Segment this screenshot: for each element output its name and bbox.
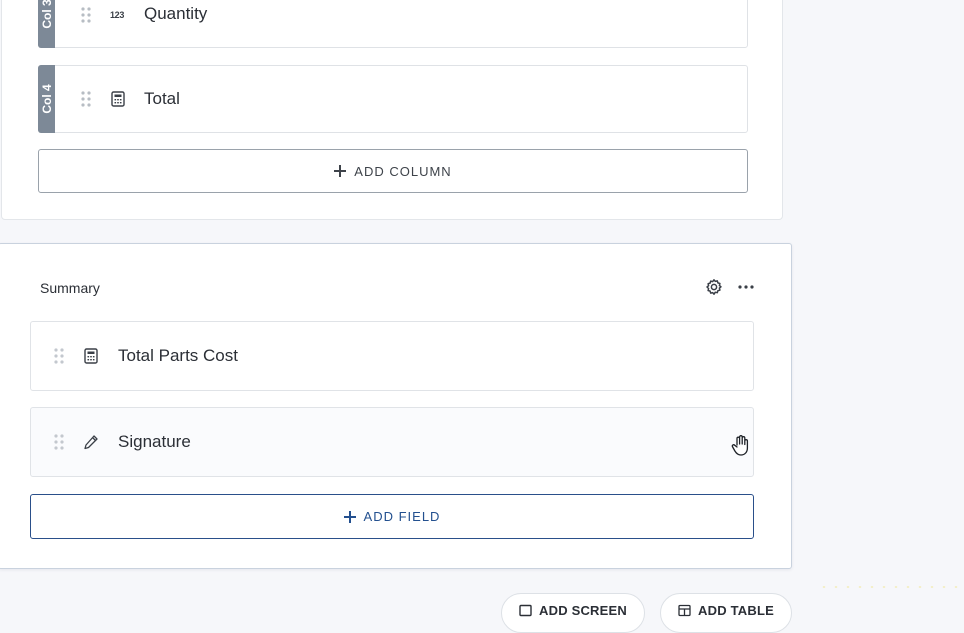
hand-cursor-icon	[731, 435, 749, 456]
column-label: Quantity	[144, 4, 208, 23]
table-icon	[678, 604, 691, 617]
summary-section: Summary Total Parts Cost Signature ADD F…	[0, 243, 792, 569]
column-tab: Col 4	[38, 65, 55, 133]
add-field-button[interactable]: ADD FIELD	[30, 494, 754, 539]
field-label: Signature	[118, 432, 191, 451]
screen-icon	[519, 604, 532, 617]
column-row-total[interactable]: Col 4 Total	[38, 65, 748, 133]
section-title: Summary	[40, 280, 100, 296]
field-row-total-parts-cost[interactable]: Total Parts Cost	[30, 321, 754, 391]
gear-icon[interactable]	[705, 278, 723, 296]
calculator-icon	[84, 348, 98, 364]
column-tab-label: Col 4	[39, 84, 54, 114]
add-field-label: ADD FIELD	[363, 509, 441, 524]
drag-handle-icon[interactable]	[54, 348, 64, 364]
calculator-icon	[111, 91, 125, 107]
plus-icon	[343, 510, 356, 523]
column-tab: Col 3	[38, 0, 55, 48]
add-screen-button[interactable]: ADD SCREEN	[501, 593, 645, 633]
add-column-label: ADD COLUMN	[354, 163, 452, 179]
more-options-icon[interactable]	[737, 278, 755, 296]
column-label: Total	[144, 89, 180, 108]
drag-handle-icon[interactable]	[81, 91, 91, 107]
pen-icon	[84, 435, 98, 450]
field-label: Total Parts Cost	[118, 346, 238, 365]
number-icon: 123	[109, 10, 125, 20]
table-card: Col 3 123 Quantity Col 4 Total ADD COLUM…	[1, 0, 783, 220]
add-table-button[interactable]: ADD TABLE	[660, 593, 792, 633]
plus-icon	[334, 165, 347, 177]
drag-handle-icon[interactable]	[81, 7, 91, 23]
column-tab-label: Col 3	[39, 0, 54, 29]
column-row-quantity[interactable]: Col 3 123 Quantity	[38, 0, 748, 48]
drag-handle-icon[interactable]	[54, 434, 64, 450]
drop-indicator	[818, 586, 958, 588]
add-column-button[interactable]: ADD COLUMN	[38, 149, 748, 193]
field-row-signature[interactable]: Signature	[30, 407, 754, 477]
